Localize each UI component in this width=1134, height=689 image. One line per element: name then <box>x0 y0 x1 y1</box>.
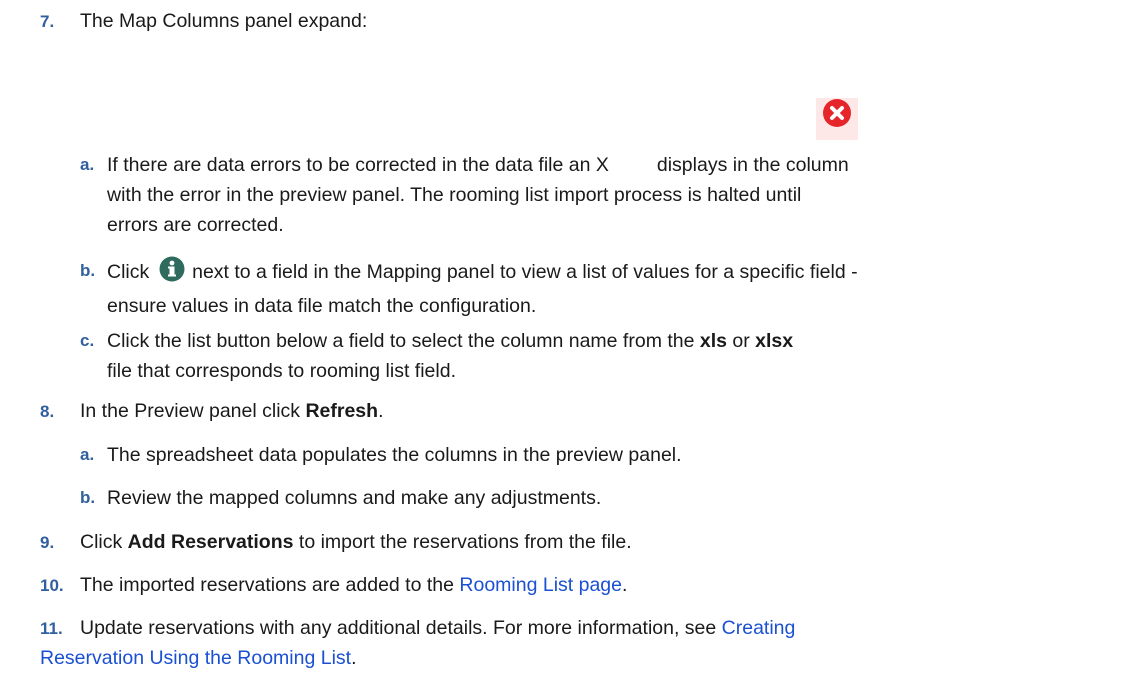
step-7: 7. The Map Columns panel expand: <box>40 6 367 37</box>
substep-7a: a. If there are data errors to be correc… <box>80 98 1120 240</box>
error-x-icon <box>823 99 851 127</box>
rooming-list-page-link[interactable]: Rooming List page <box>459 574 622 596</box>
step-text: Update reservations with any additional … <box>80 617 722 639</box>
step-9: 9. Click Add Reservations to import the r… <box>40 527 632 558</box>
substep-line: errors are corrected. <box>107 214 284 236</box>
creating-reservation-link[interactable]: Creating <box>722 617 796 639</box>
bold-text: Refresh <box>305 400 379 422</box>
substep-line: Click the list button below a field to s… <box>107 326 793 356</box>
step-text: Click <box>80 531 128 553</box>
substep-line: file that corresponds to rooming list fi… <box>107 360 457 382</box>
bold-text: xls <box>699 330 727 352</box>
substep-letter: b. <box>80 488 96 507</box>
substep-text: displays in the column <box>656 154 849 176</box>
step-text: . <box>351 647 357 669</box>
step-11-continuation: Reservation Using the Rooming List. <box>40 643 357 673</box>
step-number: 9. <box>40 533 55 552</box>
step-number: 11. <box>40 619 63 638</box>
substep-text: Click the list button below a field to s… <box>107 330 700 352</box>
substep-text: Click <box>107 261 150 283</box>
step-11: 11. Update reservations with any addition… <box>40 613 795 644</box>
step-text: . <box>622 574 628 596</box>
substep-8a: a. The spreadsheet data populates the co… <box>80 440 1120 470</box>
info-icon <box>159 256 185 291</box>
substep-text: next to a field in the Mapping panel to … <box>192 261 858 283</box>
step-number: 8. <box>40 402 55 421</box>
error-icon-box <box>816 98 858 140</box>
substep-letter: b. <box>80 261 96 280</box>
step-text: In the Preview panel click <box>80 400 306 422</box>
substep-text: If there are data errors to be corrected… <box>107 154 609 176</box>
substep-line: If there are data errors to be corrected… <box>107 98 858 180</box>
step-10: 10. The imported reservations are added t… <box>40 570 627 601</box>
step-text: The imported reservations are added to t… <box>80 574 460 596</box>
step-number: 7. <box>40 12 55 31</box>
substep-letter: a. <box>80 445 95 464</box>
step-8: 8. In the Preview panel click Refresh. <box>40 396 384 427</box>
substep-7c: c. Click the list button below a field t… <box>80 326 1120 386</box>
substep-text: Review the mapped columns and make any a… <box>107 487 602 509</box>
substep-8b: b. Review the mapped columns and make an… <box>80 483 1120 513</box>
substep-line: ensure values in data file match the con… <box>107 295 537 317</box>
substep-line: with the error in the preview panel. The… <box>107 184 802 206</box>
step-number: 10. <box>40 576 64 595</box>
substep-letter: a. <box>80 155 95 174</box>
creating-reservation-link-continued[interactable]: Reservation Using the Rooming List <box>40 647 351 669</box>
substep-line: Click next to a field in the Mapping pan… <box>107 256 858 291</box>
substep-letter: c. <box>80 331 95 350</box>
step-text: . <box>378 400 384 422</box>
bold-text: Add Reservations <box>127 531 294 553</box>
substep-text: The spreadsheet data populates the colum… <box>107 444 682 466</box>
bold-text: xlsx <box>755 330 794 352</box>
step-text: The Map Columns panel expand: <box>80 10 368 32</box>
substep-text: or <box>726 330 756 352</box>
step-text: to import the reservations from the file… <box>293 531 632 553</box>
substep-7b: b. Click next to a field in the Mapping … <box>80 256 1120 317</box>
